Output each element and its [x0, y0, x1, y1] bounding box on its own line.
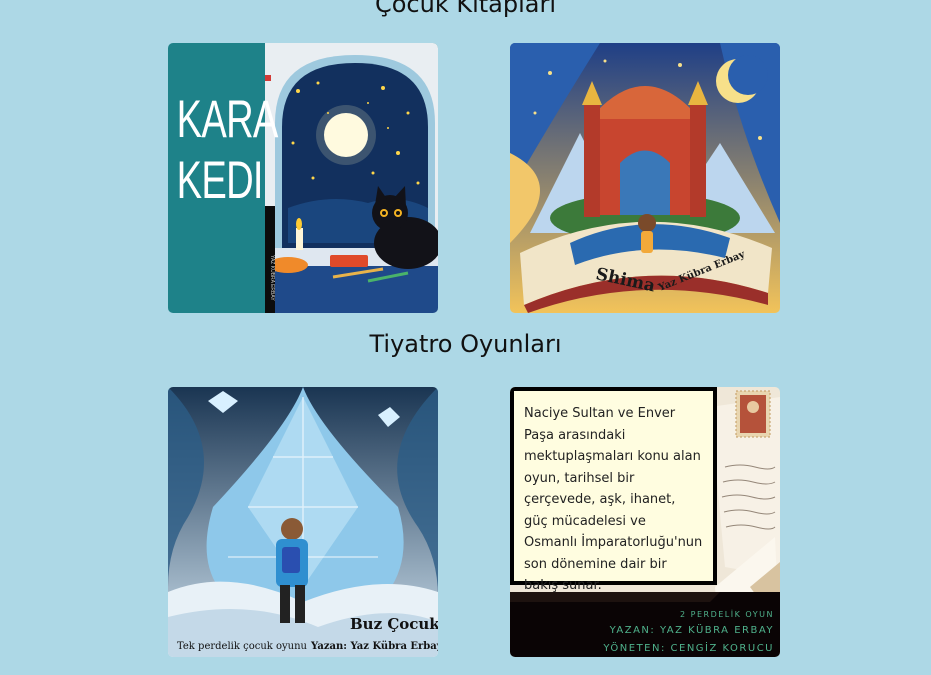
kara-kedi-cover-title-line1: KARA: [177, 89, 279, 149]
kara-kedi-cover-title-line2: KEDI: [177, 150, 263, 210]
section-title-children-books: Çocuk Kitapları: [374, 0, 557, 18]
play-card-naciye-sultan[interactable]: Naciye Sultan ve Enver Paşa arasındaki m…: [510, 387, 780, 657]
play-description-overlay: Naciye Sultan ve Enver Paşa arasındaki m…: [510, 387, 717, 593]
play-meta-type: 2 PERDELİK OYUN: [680, 610, 774, 619]
buz-cocuk-cover-art: Buz Çocuk Tek perdelik çocuk oyunu Yazan…: [168, 387, 438, 657]
buz-cocuk-cover-title: Buz Çocuk: [350, 615, 438, 633]
play-card-buz-cocuk[interactable]: Buz Çocuk Tek perdelik çocuk oyunu Yazan…: [168, 387, 438, 657]
book-card-shima[interactable]: Shima Yaz Kübra Erbay: [510, 43, 780, 313]
section-title-theatre-plays: Tiyatro Oyunları: [369, 330, 562, 358]
play-meta-director: YÖNETEN: CENGİZ KORUCU: [603, 643, 774, 654]
book-card-kara-kedi[interactable]: KARA KEDI YAZ KÜBRA ERBAY: [168, 43, 438, 313]
play-meta-author: YAZAN: YAZ KÜBRA ERBAY: [609, 625, 774, 636]
kara-kedi-cover-art: KARA KEDI YAZ KÜBRA ERBAY: [168, 43, 438, 313]
kara-kedi-spine-text: YAZ KÜBRA ERBAY: [269, 255, 276, 301]
buz-cocuk-cover-subtitle: Tek perdelik çocuk oyunu: [177, 641, 308, 652]
buz-cocuk-cover-author: Yazan: Yaz Kübra Erbay: [310, 641, 438, 652]
shima-cover-art: Shima Yaz Kübra Erbay: [510, 43, 780, 313]
